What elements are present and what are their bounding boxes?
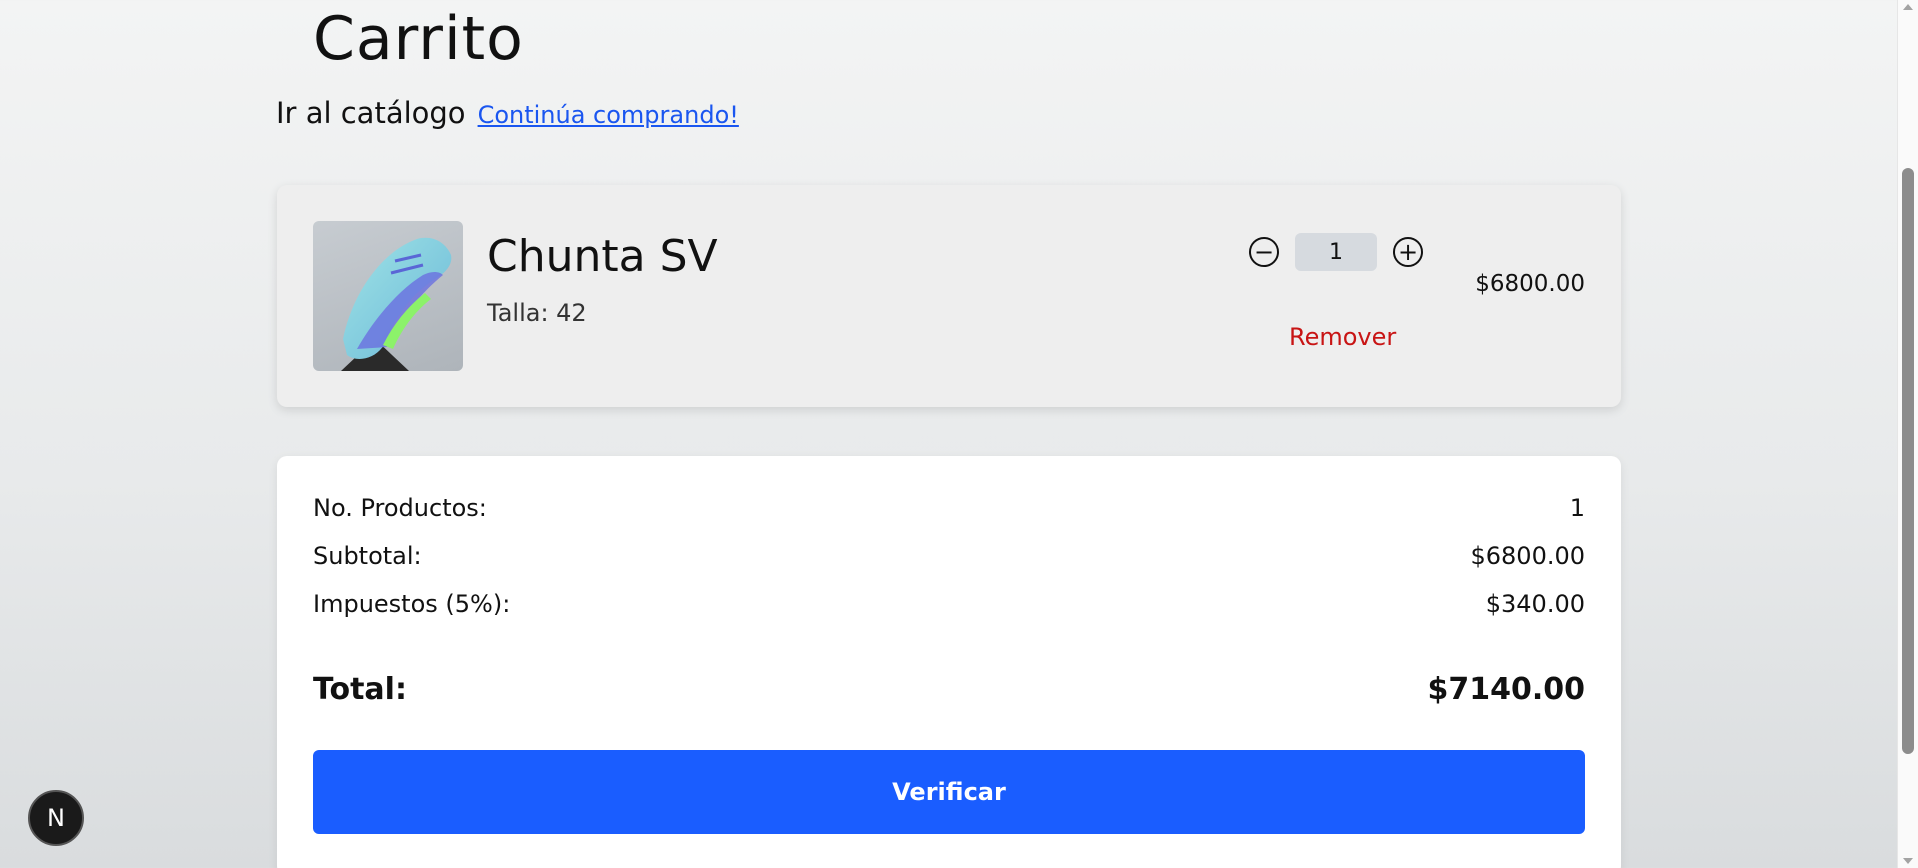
- page-title: Carrito: [313, 4, 524, 74]
- quantity-stepper: − 1 +: [1249, 233, 1423, 271]
- products-count-row: No. Productos: 1: [313, 494, 1585, 522]
- verify-button[interactable]: Verificar: [313, 750, 1585, 834]
- product-name: Chunta SV: [487, 231, 718, 282]
- tax-row: Impuestos (5%): $340.00: [313, 590, 1585, 618]
- continue-shopping-link[interactable]: Continúa comprando!: [478, 101, 739, 129]
- tax-value: $340.00: [1485, 590, 1585, 618]
- total-label: Total:: [313, 672, 407, 707]
- scrollbar-thumb[interactable]: [1902, 168, 1914, 754]
- catalog-label: Ir al catálogo: [276, 96, 466, 130]
- product-image: [313, 221, 463, 371]
- subtotal-value: $6800.00: [1470, 542, 1585, 570]
- shoe-image-icon: [341, 237, 452, 371]
- catalog-row: Ir al catálogo Continúa comprando!: [276, 96, 739, 130]
- order-summary: No. Productos: 1 Subtotal: $6800.00 Impu…: [277, 456, 1621, 868]
- scroll-up-arrow-icon[interactable]: [1903, 4, 1913, 10]
- total-row: Total: $7140.00: [313, 672, 1585, 707]
- products-count-label: No. Productos:: [313, 494, 487, 522]
- vertical-scrollbar[interactable]: [1897, 0, 1918, 868]
- total-value: $7140.00: [1427, 672, 1585, 707]
- nextjs-logo-icon[interactable]: N: [28, 790, 84, 846]
- plus-circle-icon[interactable]: +: [1393, 237, 1423, 267]
- minus-circle-icon[interactable]: −: [1249, 237, 1279, 267]
- subtotal-label: Subtotal:: [313, 542, 422, 570]
- quantity-value[interactable]: 1: [1295, 233, 1377, 271]
- products-count-value: 1: [1569, 494, 1585, 522]
- scroll-down-arrow-icon[interactable]: [1903, 858, 1913, 864]
- subtotal-row: Subtotal: $6800.00: [313, 542, 1585, 570]
- product-size: Talla: 42: [487, 299, 587, 327]
- tax-label: Impuestos (5%):: [313, 590, 511, 618]
- item-price: $6800.00: [1475, 271, 1585, 297]
- remove-button[interactable]: Remover: [1289, 323, 1396, 351]
- cart-item-card: Chunta SV Talla: 42 − 1 + Remover $6800.…: [277, 185, 1621, 407]
- cart-page: Carrito Ir al catálogo Continúa comprand…: [0, 0, 1898, 868]
